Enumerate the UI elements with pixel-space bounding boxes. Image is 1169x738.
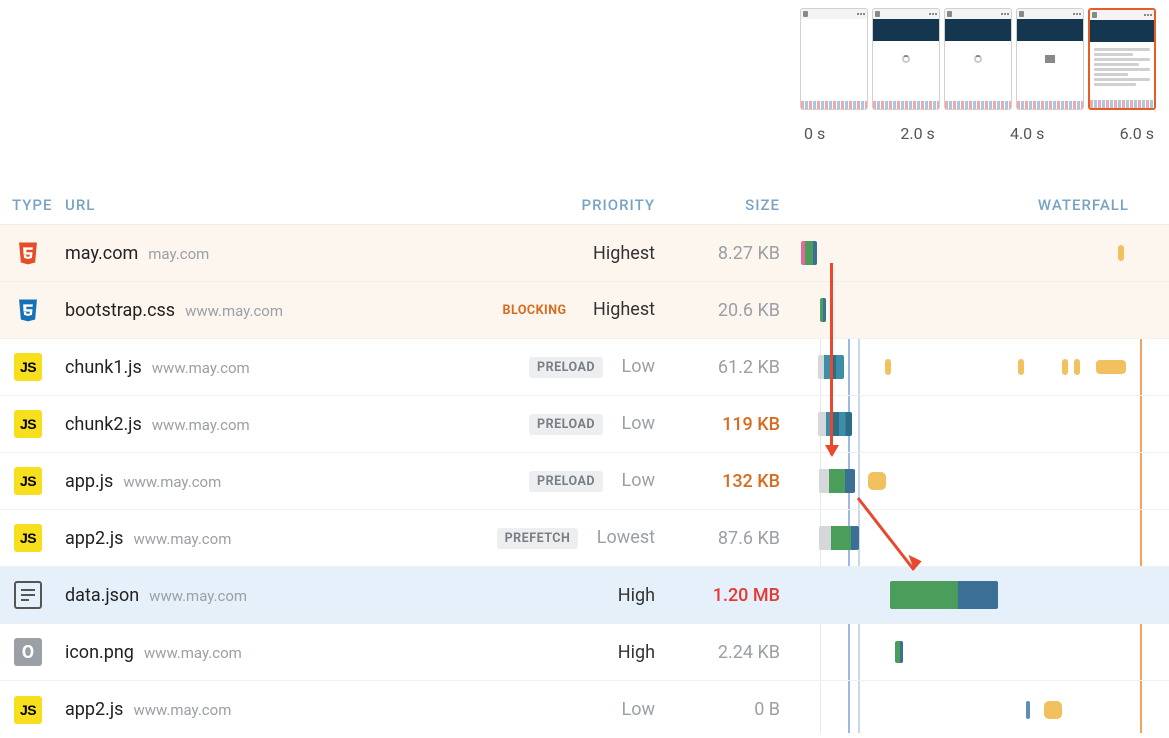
filmstrip-panel: 0 s 2.0 s 4.0 s 6.0 s xyxy=(800,8,1160,143)
request-row[interactable]: bootstrap.css www.may.com BLOCKING Highe… xyxy=(0,282,1169,339)
request-priority: Low xyxy=(622,470,656,491)
filmstrip-thumb-selected[interactable] xyxy=(1088,8,1156,110)
waterfall-blip xyxy=(1074,359,1080,375)
other-icon: O xyxy=(14,638,42,666)
col-priority[interactable]: Priority xyxy=(425,196,675,214)
waterfall-lane xyxy=(800,282,1149,338)
axis-tick: 0 s xyxy=(804,124,825,143)
request-priority: Low xyxy=(622,356,656,377)
waterfall-lane xyxy=(800,339,1149,395)
request-size: 8.27 KB xyxy=(675,243,800,264)
waterfall-blip xyxy=(1026,701,1030,719)
waterfall-lane xyxy=(800,396,1149,452)
request-name: icon.png xyxy=(65,642,134,663)
request-row[interactable]: may.com may.com Highest 8.27 KB xyxy=(0,225,1169,282)
request-host: www.may.com xyxy=(133,530,231,548)
request-row[interactable]: data.json www.may.com High 1.20 MB xyxy=(0,567,1169,624)
request-name: may.com xyxy=(65,243,138,264)
js-icon: JS xyxy=(14,467,42,495)
request-size: 119 KB xyxy=(675,414,800,435)
request-host: www.may.com xyxy=(123,473,221,491)
request-row[interactable]: JS app2.js www.may.com Low 0 B xyxy=(0,681,1169,738)
axis-tick: 2.0 s xyxy=(900,124,934,143)
request-size: 132 KB xyxy=(675,471,800,492)
waterfall-blip xyxy=(868,472,886,490)
css-icon xyxy=(14,296,42,324)
request-row[interactable]: O icon.png www.may.com High 2.24 KB xyxy=(0,624,1169,681)
col-url[interactable]: URL xyxy=(65,196,425,214)
request-host: www.may.com xyxy=(149,587,247,605)
request-priority: Highest xyxy=(593,299,655,320)
js-icon: JS xyxy=(14,353,42,381)
col-type[interactable]: Type xyxy=(0,196,65,214)
request-row[interactable]: JS chunk2.js www.may.com PRELOAD Low 119… xyxy=(0,396,1169,453)
col-waterfall[interactable]: Waterfall xyxy=(800,196,1149,214)
axis-tick: 4.0 s xyxy=(1010,124,1044,143)
request-size: 20.6 KB xyxy=(675,300,800,321)
request-host: may.com xyxy=(148,245,209,263)
request-priority: Highest xyxy=(593,243,655,264)
html-icon xyxy=(14,239,42,267)
axis-tick: 6.0 s xyxy=(1120,124,1154,143)
request-table: may.com may.com Highest 8.27 KB bootstra… xyxy=(0,225,1169,738)
request-size: 0 B xyxy=(675,699,800,720)
request-priority: Low xyxy=(622,699,656,720)
request-row[interactable]: JS app.js www.may.com PRELOAD Low 132 KB xyxy=(0,453,1169,510)
js-icon: JS xyxy=(14,524,42,552)
badge-blocking: BLOCKING xyxy=(494,300,574,321)
request-priority: High xyxy=(618,585,655,606)
filmstrip-thumb[interactable] xyxy=(944,8,1012,110)
request-name: app2.js xyxy=(65,699,123,720)
badge-preload: PRELOAD xyxy=(529,471,603,492)
request-name: data.json xyxy=(65,585,139,606)
waterfall-blip xyxy=(885,359,891,375)
request-host: www.may.com xyxy=(144,644,242,662)
waterfall-lane xyxy=(800,567,1149,623)
badge-prefetch: PREFETCH xyxy=(497,528,579,549)
filmstrip-thumb[interactable] xyxy=(1016,8,1084,110)
request-priority: Low xyxy=(622,413,656,434)
request-host: www.may.com xyxy=(152,359,250,377)
waterfall-blip xyxy=(1118,245,1124,261)
request-host: www.may.com xyxy=(133,701,231,719)
request-row[interactable]: JS chunk1.js www.may.com PRELOAD Low 61.… xyxy=(0,339,1169,396)
document-icon xyxy=(14,581,42,609)
badge-preload: PRELOAD xyxy=(529,357,603,378)
waterfall-lane xyxy=(800,681,1149,738)
waterfall-blip xyxy=(1018,359,1024,375)
waterfall-lane xyxy=(800,624,1149,680)
waterfall-blip xyxy=(1044,701,1062,719)
col-size[interactable]: Size xyxy=(675,196,800,214)
filmstrip-thumb[interactable] xyxy=(872,8,940,110)
request-name: app.js xyxy=(65,471,113,492)
request-host: www.may.com xyxy=(185,302,283,320)
request-priority: High xyxy=(618,642,655,663)
request-row[interactable]: JS app2.js www.may.com PREFETCH Lowest 8… xyxy=(0,510,1169,567)
request-size: 1.20 MB xyxy=(675,585,800,606)
request-host: www.may.com xyxy=(152,416,250,434)
initiator-arrow xyxy=(830,263,833,455)
request-name: chunk1.js xyxy=(65,357,142,378)
initiator-arrow-diag xyxy=(858,498,934,584)
filmstrip-time-axis: 0 s 2.0 s 4.0 s 6.0 s xyxy=(800,118,1160,143)
request-size: 61.2 KB xyxy=(675,357,800,378)
badge-preload: PRELOAD xyxy=(529,414,603,435)
request-name: app2.js xyxy=(65,528,123,549)
waterfall-blip xyxy=(1096,360,1126,374)
js-icon: JS xyxy=(14,696,42,724)
js-icon: JS xyxy=(14,410,42,438)
waterfall-lane xyxy=(800,453,1149,509)
request-name: bootstrap.css xyxy=(65,300,175,321)
filmstrip xyxy=(800,8,1160,110)
filmstrip-thumb[interactable] xyxy=(800,8,868,110)
table-header: Type URL Priority Size Waterfall xyxy=(0,185,1169,225)
waterfall-lane xyxy=(800,225,1149,281)
request-size: 87.6 KB xyxy=(675,528,800,549)
waterfall-lane xyxy=(800,510,1149,566)
request-name: chunk2.js xyxy=(65,414,142,435)
request-priority: Lowest xyxy=(597,527,655,548)
request-size: 2.24 KB xyxy=(675,642,800,663)
waterfall-blip xyxy=(1062,359,1068,375)
